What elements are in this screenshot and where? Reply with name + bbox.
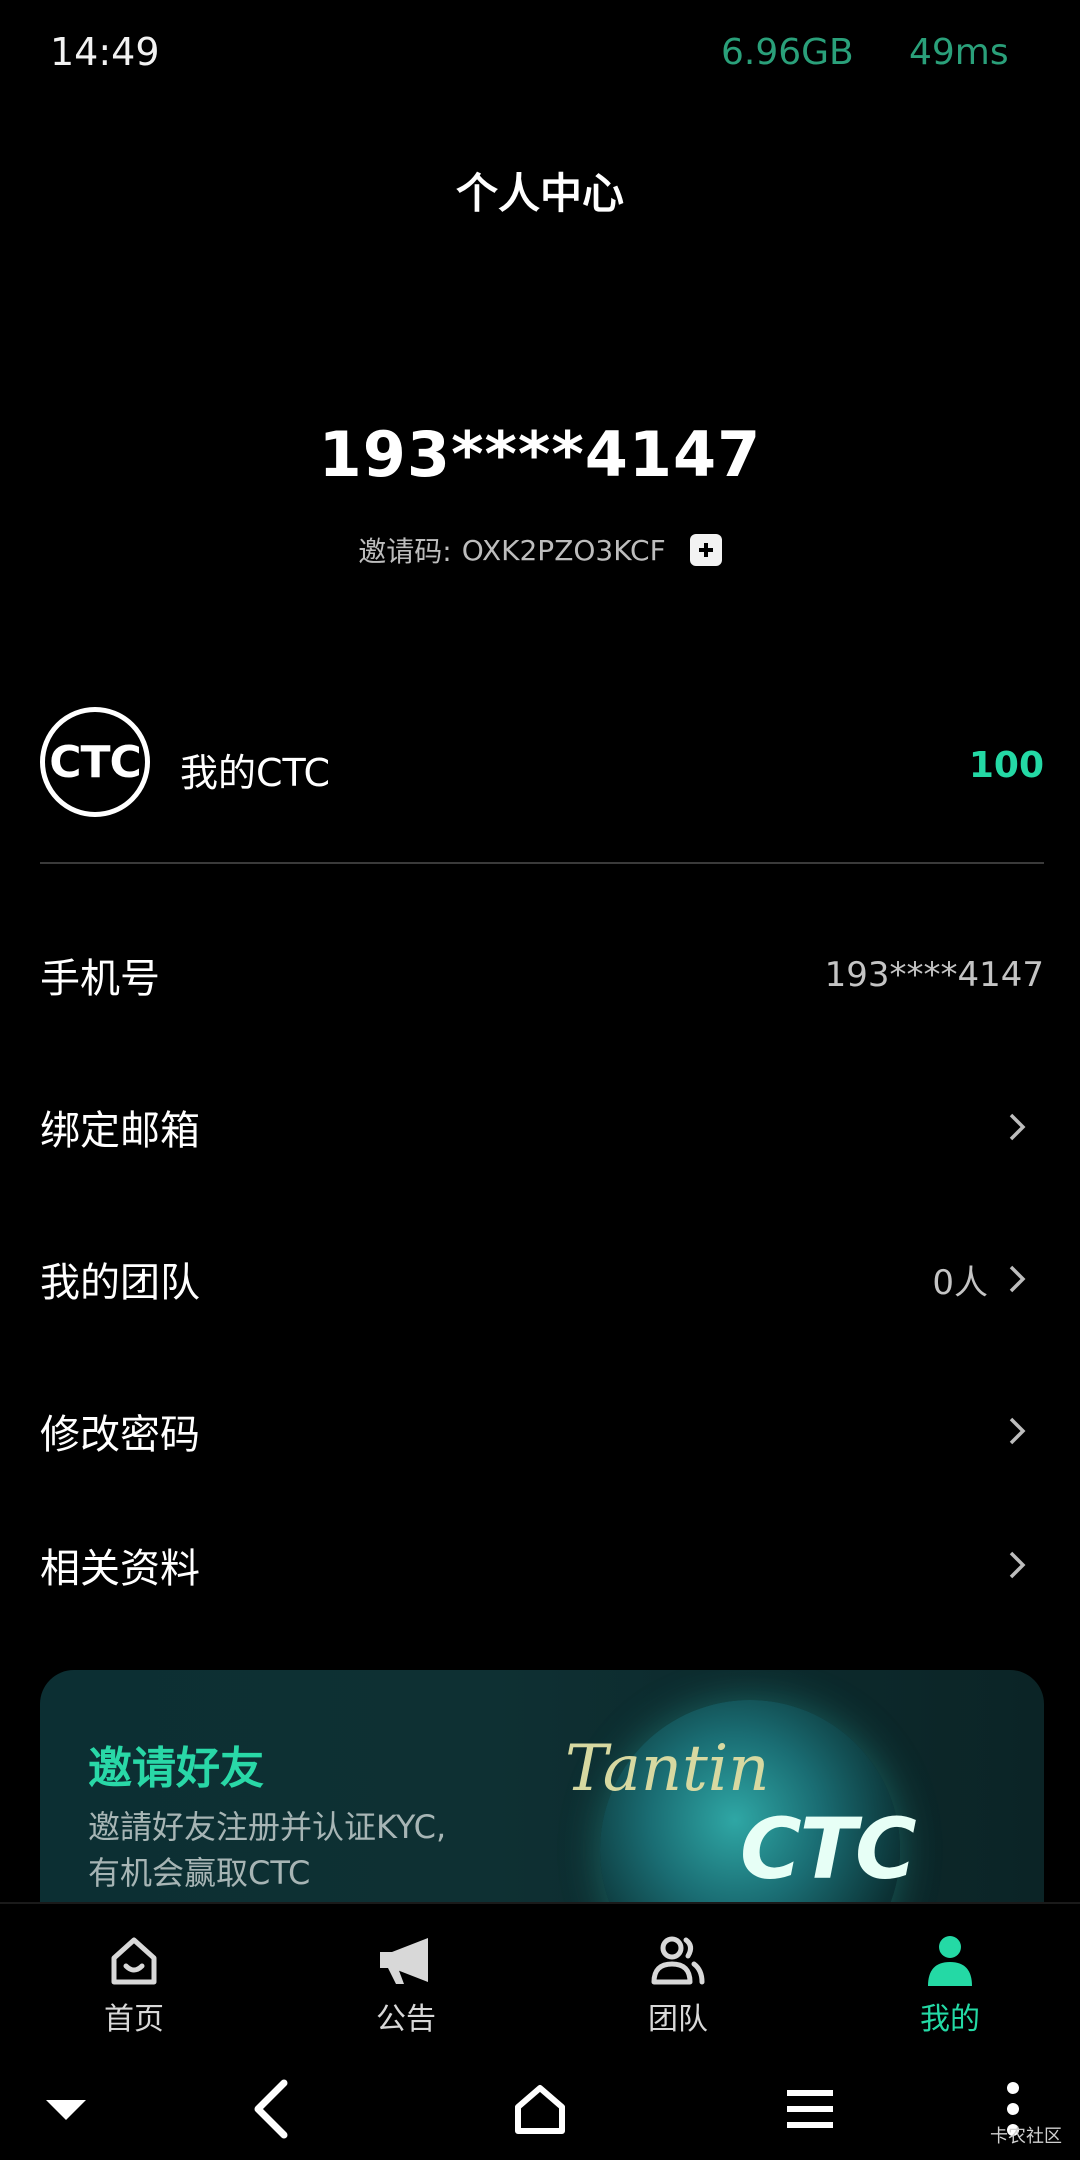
dropdown-icon[interactable] <box>31 2074 101 2144</box>
status-memory: 6.96GB <box>721 32 854 73</box>
chevron-right-icon <box>1004 1113 1030 1141</box>
menu-value: 0人 <box>932 1262 988 1303</box>
nav-team[interactable]: 团队 <box>588 1932 768 2038</box>
menu-label: 我的团队 <box>40 1260 200 1306</box>
menu-row-phone: 手机号 193****4147 <box>40 930 1044 1020</box>
banner-brand-ctc: CTC <box>740 1800 917 1898</box>
ctc-logo: CTC <box>40 707 150 817</box>
nav-label: 首页 <box>104 2002 164 2037</box>
menu-row-change-password[interactable]: 修改密码 <box>40 1386 1044 1476</box>
watermark: 卡农社区 <box>990 2126 1062 2147</box>
megaphone-icon <box>380 1938 428 1984</box>
page-title: 个人中心 <box>455 169 624 218</box>
banner-description: 有机会赢取CTC <box>88 1854 311 1892</box>
status-time: 14:49 <box>50 30 160 74</box>
team-icon <box>651 1936 705 1985</box>
nav-label: 公告 <box>376 2002 436 2037</box>
divider <box>40 862 1044 864</box>
banner-title: 邀请好友 <box>88 1743 264 1794</box>
menu-label: 修改密码 <box>40 1412 200 1458</box>
menu-row-my-team[interactable]: 我的团队 0人 <box>40 1234 1044 1324</box>
invite-friends-banner[interactable]: Tantin CTC 邀请好友 邀請好友注册并认证KYC, 有机会赢取CTC <box>40 1670 1044 1910</box>
menu-label: 绑定邮箱 <box>40 1108 200 1154</box>
home-button-icon[interactable] <box>505 2074 575 2144</box>
invite-code-row: 邀请码: OXK2PZO3KCF <box>0 530 1080 570</box>
menu-row-bind-email[interactable]: 绑定邮箱 <box>40 1082 1044 1172</box>
menu-row-related-info[interactable]: 相关资料 <box>40 1520 1044 1610</box>
profile-icon <box>928 1936 972 1986</box>
user-phone: 193****4147 <box>318 418 762 491</box>
system-nav-bar <box>0 2054 1080 2160</box>
my-ctc-balance: 100 <box>968 745 1044 786</box>
menu-icon[interactable] <box>775 2074 845 2144</box>
back-icon[interactable] <box>235 2074 305 2144</box>
menu-value: 193****4147 <box>824 955 1044 995</box>
banner-brand-text: Tantin <box>565 1732 770 1806</box>
home-icon <box>111 1937 157 1985</box>
nav-label: 团队 <box>648 2002 708 2037</box>
nav-label: 我的 <box>920 2002 980 2037</box>
nav-announcements[interactable]: 公告 <box>316 1932 496 2038</box>
my-ctc-label: 我的CTC <box>180 751 331 795</box>
nav-profile[interactable]: 我的 <box>860 1932 1040 2038</box>
invite-code-label: 邀请码: <box>358 535 452 568</box>
copy-icon[interactable] <box>689 534 722 566</box>
banner-description: 邀請好友注册并认证KYC, <box>88 1808 447 1846</box>
chevron-right-icon <box>1004 1265 1030 1293</box>
nav-home[interactable]: 首页 <box>44 1932 224 2038</box>
chevron-right-icon <box>1004 1551 1030 1579</box>
menu-label: 手机号 <box>40 956 160 1002</box>
bottom-nav: 首页 公告 团队 我的 <box>0 1902 1080 2056</box>
menu-label: 相关资料 <box>40 1546 200 1592</box>
chevron-right-icon <box>1004 1417 1030 1445</box>
status-ping: 49ms <box>909 32 1009 73</box>
invite-code-value: OXK2PZO3KCF <box>461 533 666 567</box>
